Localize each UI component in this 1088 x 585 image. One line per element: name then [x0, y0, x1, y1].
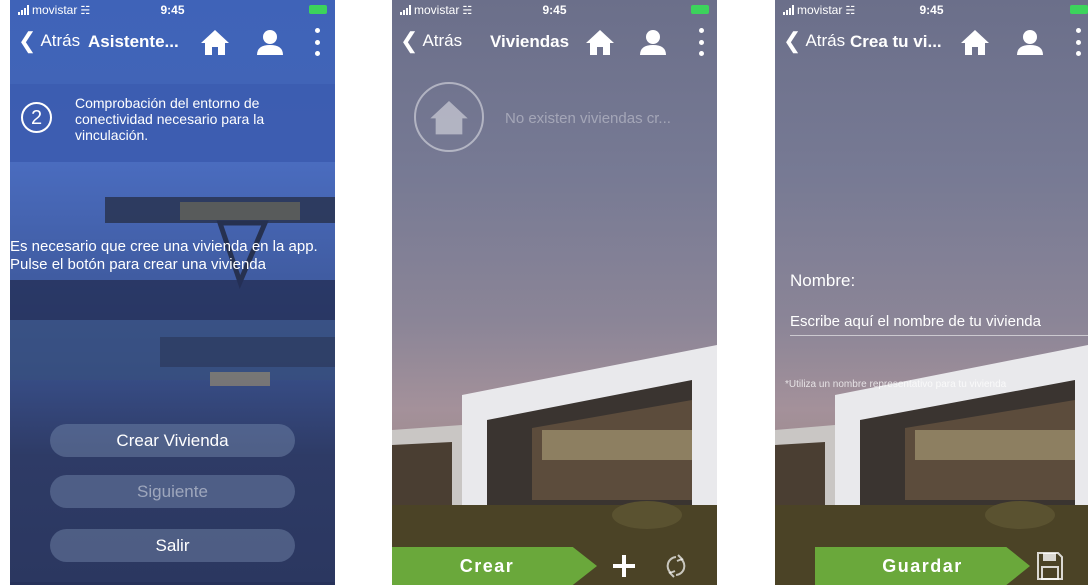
back-label: Atrás: [40, 31, 81, 50]
save-button-label: Guardar: [882, 556, 963, 576]
name-hint: *Utiliza un nombre representativo para t…: [785, 379, 1007, 390]
name-label: Nombre:: [790, 271, 856, 290]
status-bar: movistar ☵ 9:45: [775, 0, 1088, 20]
status-bar: movistar ☵ 9:45: [392, 0, 717, 20]
user-icon[interactable]: [255, 28, 285, 56]
step-number-badge: 2: [21, 102, 52, 133]
more-vertical-icon[interactable]: [696, 28, 706, 56]
plus-icon[interactable]: [612, 554, 636, 578]
page-title: Crea tu vi...: [850, 32, 942, 51]
home-icon: [430, 101, 468, 135]
refresh-icon[interactable]: [664, 554, 688, 578]
home-name-input[interactable]: [790, 308, 1088, 336]
instruction-message: Es necesario que cree una vivienda en la…: [10, 238, 318, 273]
empty-list-message: No existen viviendas cr...: [505, 110, 671, 127]
status-bar: movistar ☵ 9:45: [10, 0, 335, 20]
background-building-image: [10, 162, 335, 582]
screen-viviendas: movistar ☵ 9:45 ❮ Atrás Viviendas No exi…: [392, 0, 717, 585]
chevron-left-icon: ❮: [400, 28, 419, 53]
bottom-toolbar: Guardar: [775, 547, 1088, 585]
back-button[interactable]: ❮ Atrás: [18, 30, 80, 52]
chevron-left-icon: ❮: [18, 28, 37, 53]
page-title: Asistente...: [88, 32, 179, 51]
create-button[interactable]: Crear: [392, 547, 597, 585]
battery-icon: [309, 5, 327, 14]
more-vertical-icon[interactable]: [1073, 28, 1083, 56]
status-time: 9:45: [542, 3, 567, 17]
save-button[interactable]: Guardar: [815, 547, 1030, 585]
status-time: 9:45: [160, 3, 185, 17]
screen-crea-vivienda: movistar ☵ 9:45 ❮ Atrás Crea tu vi... No…: [775, 0, 1088, 585]
screen-asistente: movistar ☵ 9:45 ❮ Atrás Asistente... 2 C…: [10, 0, 335, 585]
create-home-button[interactable]: Crear Vivienda: [50, 424, 295, 457]
more-vertical-icon[interactable]: [312, 28, 322, 56]
save-icon[interactable]: [1037, 552, 1063, 580]
step-info-panel: 2 Comprobación del entorno de conectivid…: [10, 84, 335, 162]
back-button[interactable]: ❮ Atrás: [783, 30, 845, 52]
chevron-left-icon: ❮: [783, 28, 802, 53]
nav-bar: ❮ Atrás Crea tu vi...: [775, 22, 1088, 62]
exit-button[interactable]: Salir: [50, 529, 295, 562]
battery-icon: [1070, 5, 1088, 14]
home-icon[interactable]: [585, 28, 615, 56]
page-title: Viviendas: [490, 32, 570, 51]
user-icon[interactable]: [638, 28, 668, 56]
next-button[interactable]: Siguiente: [50, 475, 295, 508]
back-label: Atrás: [422, 31, 463, 50]
step-description: Comprobación del entorno de conectividad…: [75, 95, 265, 143]
back-button[interactable]: ❮ Atrás: [400, 30, 462, 52]
create-button-label: Crear: [459, 556, 515, 576]
home-icon[interactable]: [200, 28, 230, 56]
back-label: Atrás: [805, 31, 846, 50]
bottom-toolbar: Crear: [392, 547, 717, 585]
home-icon[interactable]: [960, 28, 990, 56]
background-house-image: [775, 345, 1088, 585]
user-icon[interactable]: [1015, 28, 1045, 56]
battery-icon: [691, 5, 709, 14]
nav-bar: ❮ Atrás Viviendas: [392, 22, 717, 62]
nav-bar: ❮ Atrás Asistente...: [10, 22, 335, 62]
status-time: 9:45: [919, 3, 944, 17]
home-placeholder: [414, 82, 484, 152]
